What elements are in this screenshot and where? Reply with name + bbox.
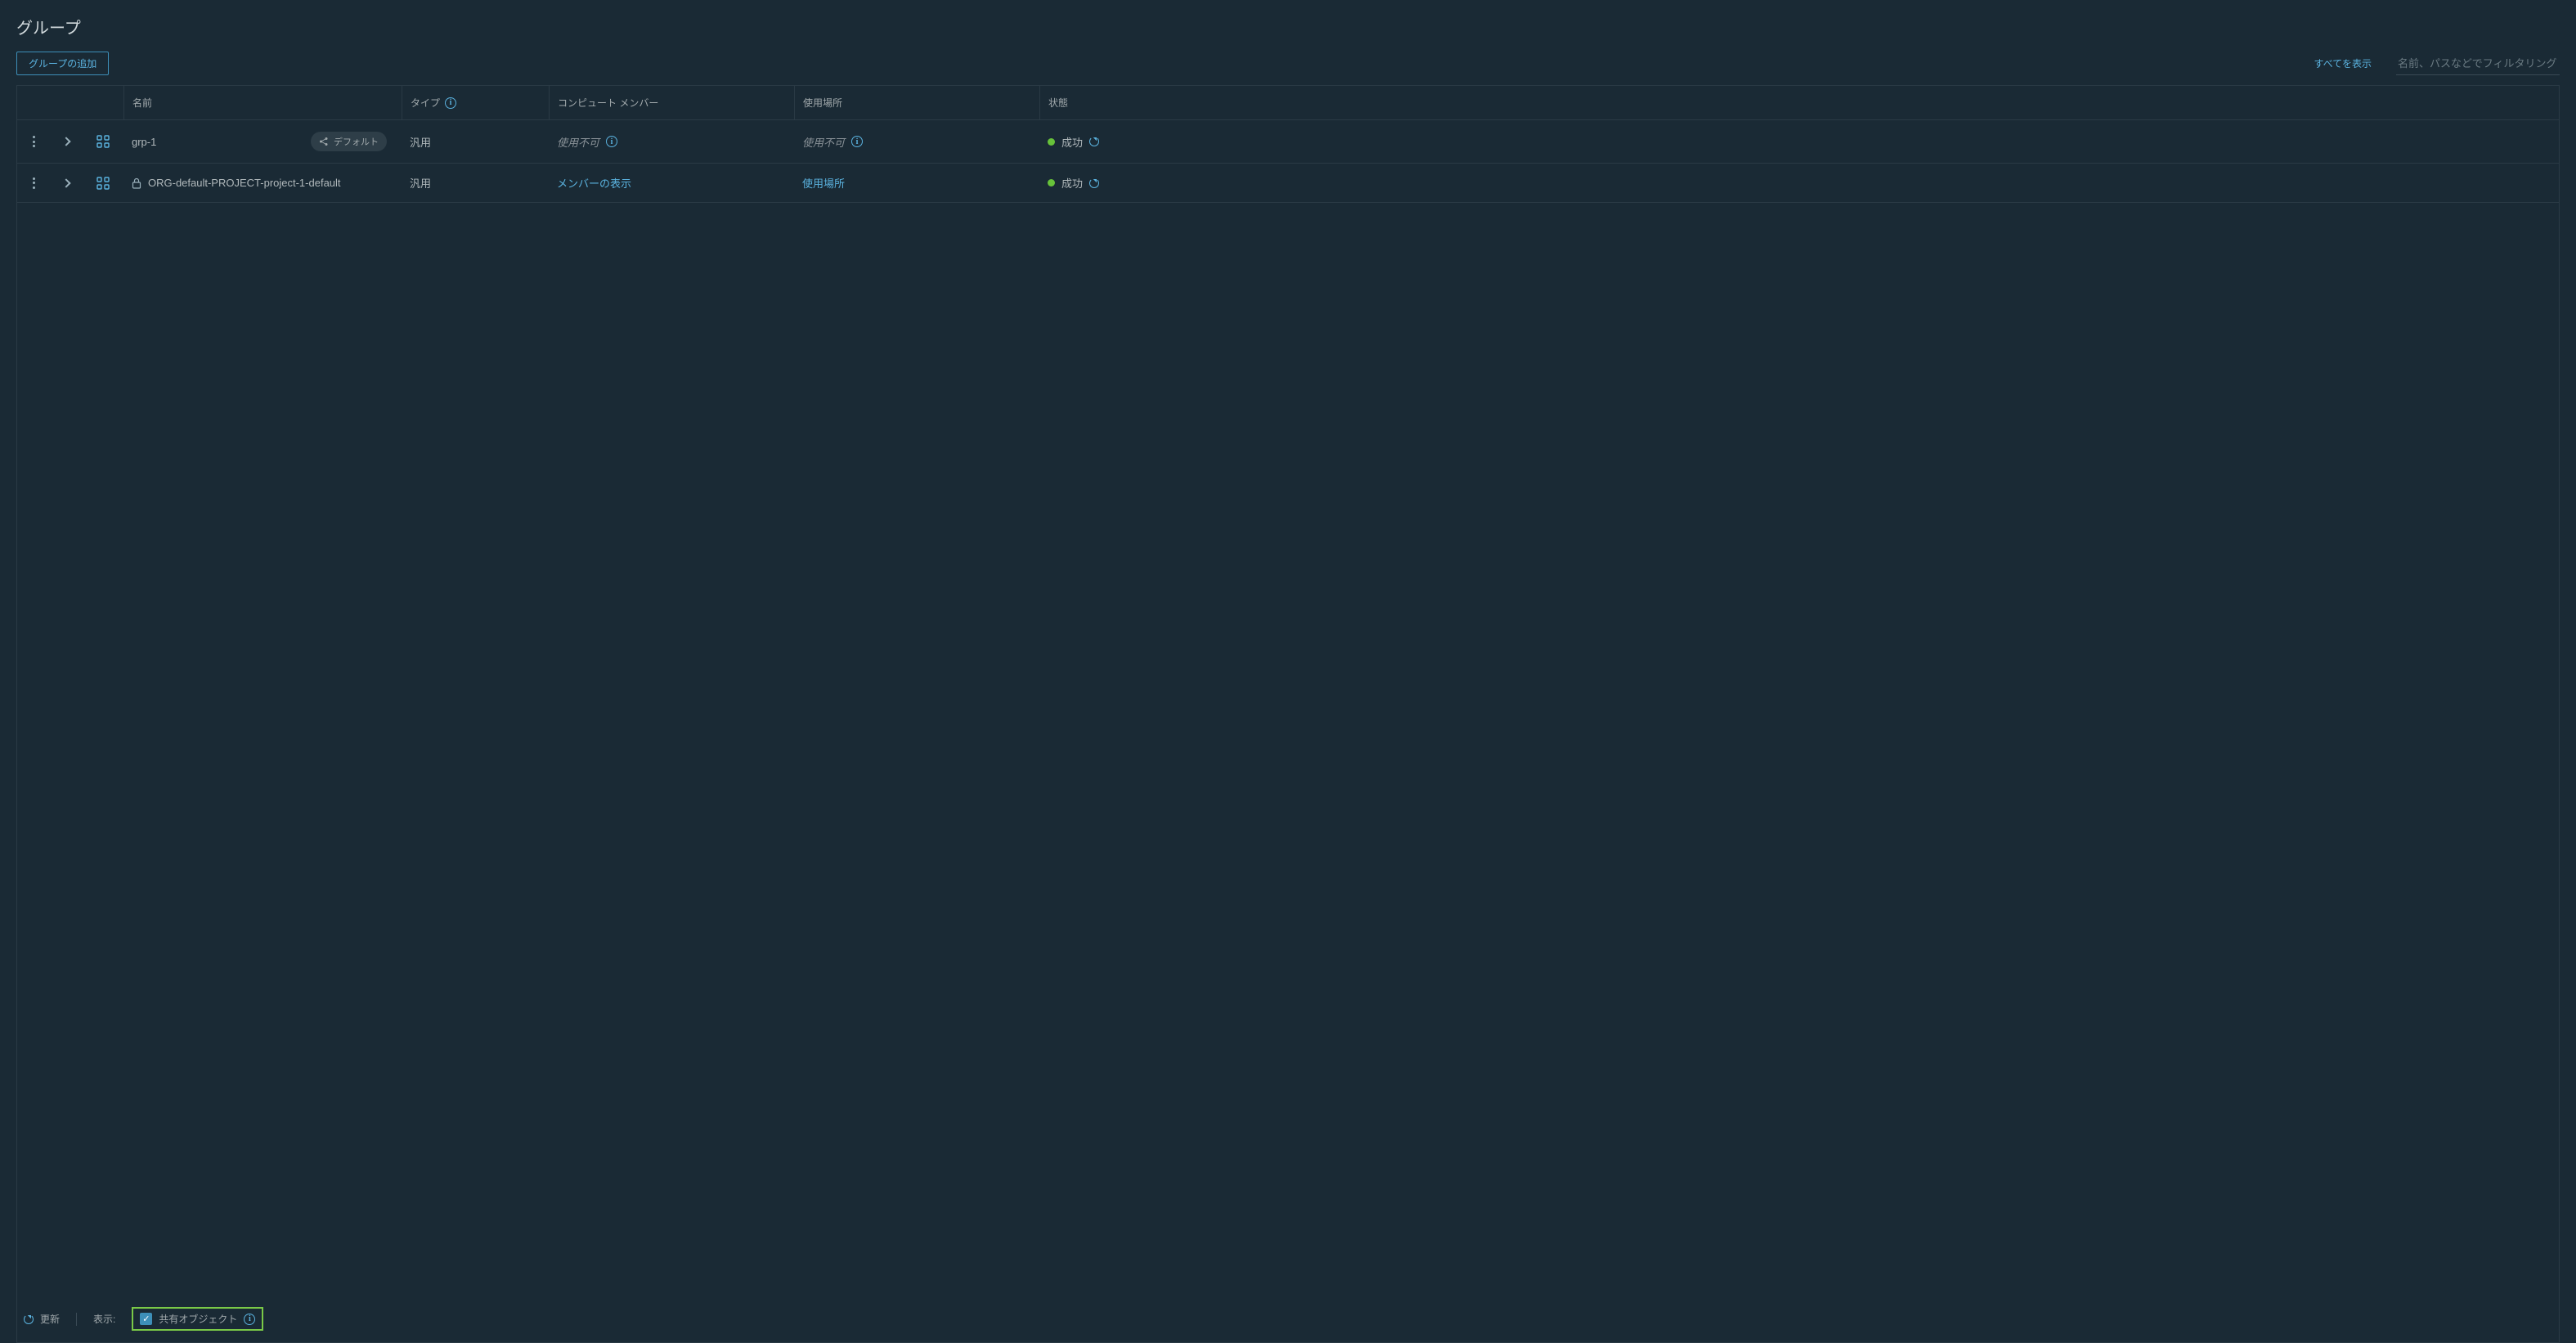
cell-compute: 使用不可 i (549, 123, 794, 161)
status-dot-icon (1048, 179, 1055, 186)
where-used-link[interactable]: 使用場所 (802, 175, 845, 191)
footer: 更新 表示: ✓ 共有オブジェクト i (17, 1296, 2559, 1342)
row-actions[interactable] (17, 124, 50, 159)
th-expand (50, 86, 83, 119)
cell-type: 汎用 (402, 123, 549, 161)
group-name: grp-1 (132, 136, 156, 148)
kebab-icon (33, 177, 35, 189)
cell-where: 使用不可 i (794, 123, 1039, 161)
row-actions[interactable] (17, 166, 50, 200)
cell-name: ORG-default-PROJECT-project-1-default (123, 165, 402, 200)
header: グループ (0, 0, 2576, 45)
chevron-right-icon (61, 137, 70, 146)
chevron-right-icon (61, 178, 70, 187)
table-head: 名前 タイプ i コンピュート メンバー 使用場所 状態 (17, 86, 2559, 120)
add-group-button[interactable]: グループの追加 (16, 52, 109, 75)
refresh-button[interactable]: 更新 (24, 1312, 60, 1326)
show-label: 表示: (93, 1312, 115, 1326)
cell-name: grp-1 デフォルト (123, 120, 402, 163)
show-all-link[interactable]: すべてを表示 (2314, 56, 2372, 70)
group-name: ORG-default-PROJECT-project-1-default (148, 177, 341, 189)
where-used-value: 使用不可 (802, 134, 845, 150)
shared-objects-checkbox[interactable]: ✓ (140, 1313, 152, 1325)
refresh-label: 更新 (40, 1312, 60, 1326)
th-type-label: タイプ (411, 96, 440, 110)
kebab-icon (33, 136, 35, 147)
grid-icon (96, 135, 110, 148)
th-name-label: 名前 (132, 96, 152, 110)
type-value: 汎用 (410, 175, 431, 191)
th-actions (17, 86, 50, 119)
th-compute: コンピュート メンバー (549, 86, 794, 119)
status-dot-icon (1048, 138, 1055, 146)
lock-icon (132, 177, 141, 189)
table: 名前 タイプ i コンピュート メンバー 使用場所 状態 grp-1デフォルト汎… (16, 85, 2560, 1343)
table-body: grp-1デフォルト汎用使用不可 i使用不可 i成功ORG-default-PR… (17, 120, 2559, 1296)
page-title: グループ (16, 15, 2560, 38)
row-type-icon[interactable] (83, 165, 123, 201)
info-icon[interactable]: i (606, 136, 617, 147)
table-row: ORG-default-PROJECT-project-1-default 汎用 メ… (17, 164, 2559, 203)
row-expand[interactable] (50, 168, 83, 198)
filter-input[interactable] (2396, 52, 2560, 75)
th-name: 名前 (123, 86, 402, 119)
toolbar-right: すべてを表示 (2314, 52, 2560, 75)
refresh-icon (24, 1314, 34, 1324)
refresh-icon[interactable] (1089, 137, 1099, 146)
divider (76, 1313, 77, 1326)
state-value: 成功 (1061, 134, 1083, 150)
info-icon[interactable]: i (445, 97, 456, 109)
cell-type: 汎用 (402, 164, 549, 202)
compute-member-link[interactable]: メンバーの表示 (557, 175, 631, 191)
th-where: 使用場所 (794, 86, 1039, 119)
th-compute-label: コンピュート メンバー (558, 96, 658, 110)
type-value: 汎用 (410, 134, 431, 150)
page: グループ グループの追加 すべてを表示 名前 タイプ i コンピュート メンバー… (0, 0, 2576, 1343)
badge-label: デフォルト (334, 135, 379, 148)
cell-where: 使用場所 (794, 164, 1039, 202)
share-icon (319, 137, 329, 146)
th-where-label: 使用場所 (803, 96, 842, 110)
cell-compute: メンバーの表示 (549, 164, 794, 202)
shared-objects-highlight: ✓ 共有オブジェクト i (132, 1307, 263, 1331)
th-state-label: 状態 (1048, 96, 1068, 110)
toolbar: グループの追加 すべてを表示 (0, 45, 2576, 85)
refresh-icon[interactable] (1089, 178, 1099, 188)
cell-state: 成功 (1039, 123, 2559, 161)
compute-member-value: 使用不可 (557, 134, 599, 150)
th-type: タイプ i (402, 86, 549, 119)
shared-objects-label: 共有オブジェクト (159, 1312, 237, 1326)
info-icon[interactable]: i (244, 1314, 255, 1325)
row-expand[interactable] (50, 127, 83, 156)
th-state: 状態 (1039, 86, 2559, 119)
state-value: 成功 (1061, 175, 1083, 191)
th-icon (83, 86, 123, 119)
info-icon[interactable]: i (851, 136, 863, 147)
grid-icon (96, 177, 110, 190)
default-badge: デフォルト (311, 132, 387, 151)
row-type-icon[interactable] (83, 124, 123, 159)
table-row: grp-1デフォルト汎用使用不可 i使用不可 i成功 (17, 120, 2559, 164)
cell-state: 成功 (1039, 164, 2559, 202)
